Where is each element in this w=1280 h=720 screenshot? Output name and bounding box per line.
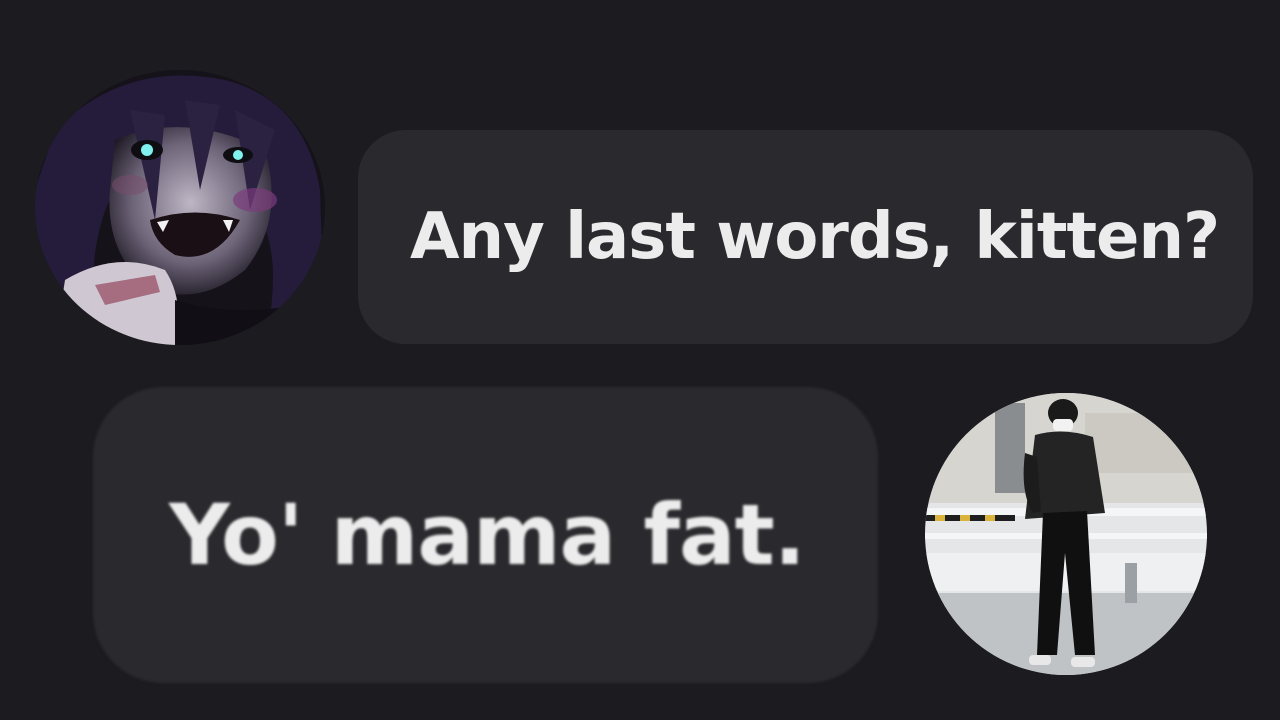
person-photo-avatar-icon[interactable]: [925, 393, 1207, 675]
message-bubble-received[interactable]: Any last words, kitten?: [358, 130, 1253, 344]
anime-character-avatar-icon[interactable]: [35, 70, 325, 345]
chat-screen: Any last words, kitten? Yo' mama fat.: [0, 0, 1280, 720]
message-bubble-sent[interactable]: Yo' mama fat.: [93, 387, 878, 683]
message-text: Any last words, kitten?: [410, 200, 1220, 274]
message-text: Yo' mama fat.: [169, 486, 806, 584]
